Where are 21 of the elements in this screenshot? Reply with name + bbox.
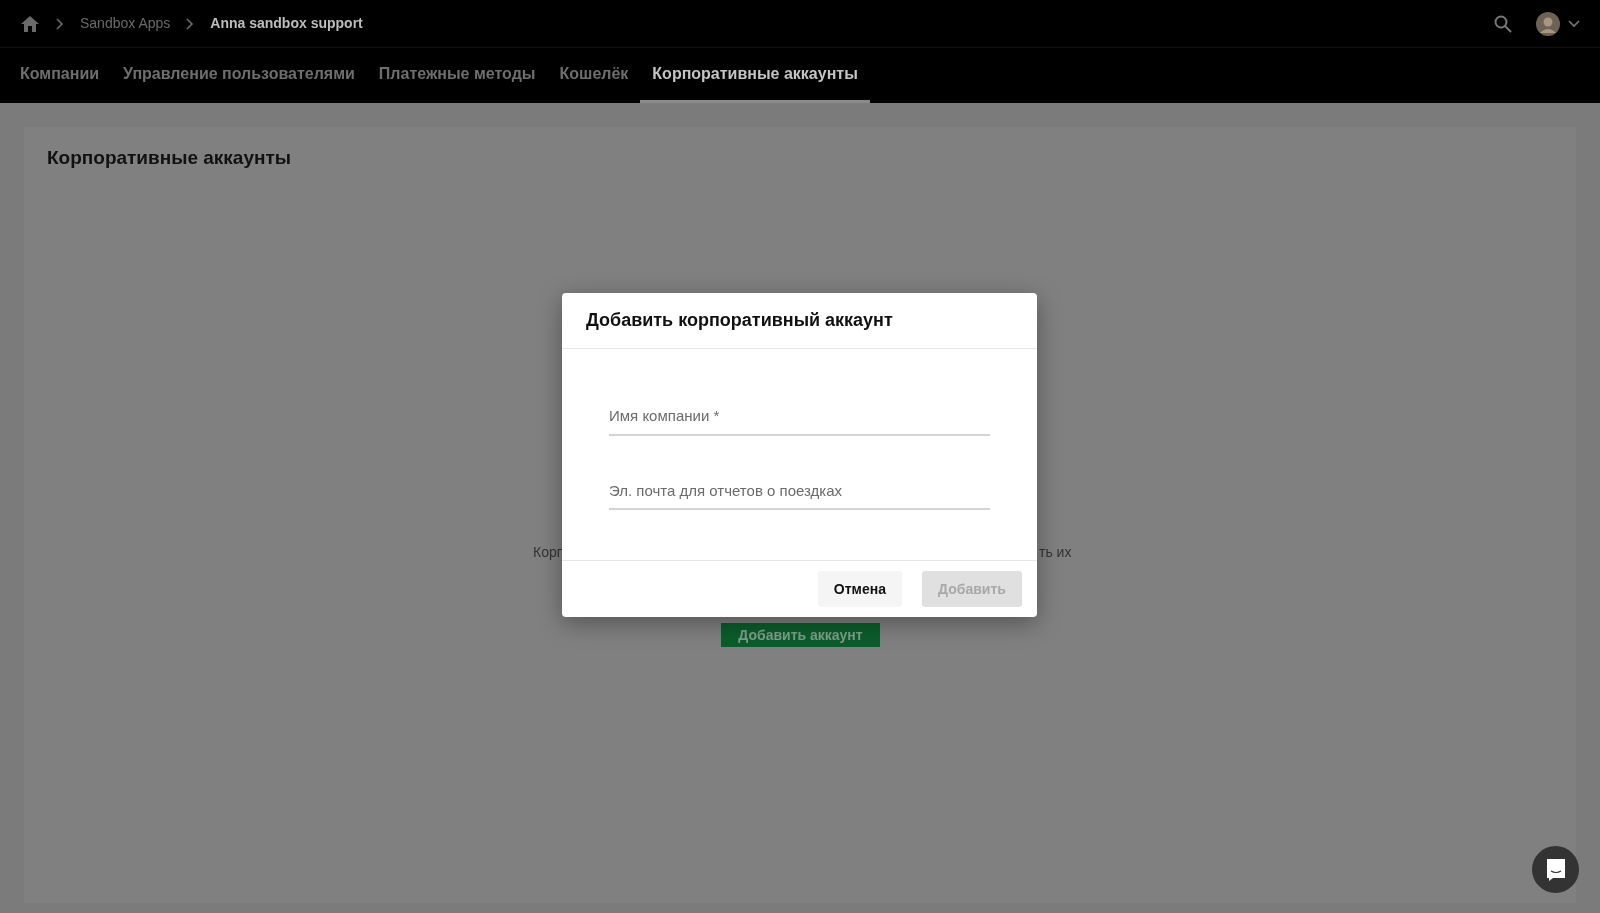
chevron-down-icon[interactable] bbox=[1568, 19, 1580, 28]
description-text: ть их bbox=[1039, 543, 1072, 562]
input-field[interactable]: Имя компании * bbox=[609, 401, 990, 436]
search-icon[interactable] bbox=[1494, 14, 1512, 33]
nav-tab[interactable]: Корпоративные аккаунты bbox=[640, 48, 870, 103]
chat-icon bbox=[1544, 857, 1567, 882]
cancel-button[interactable]: Отмена bbox=[817, 571, 902, 607]
add-account-button[interactable]: Добавить аккаунт bbox=[721, 623, 880, 647]
nav-tab[interactable]: Компании bbox=[8, 48, 112, 103]
page-title: Корпоративные аккаунты bbox=[47, 147, 292, 170]
nav-tab[interactable]: Платежные методы bbox=[366, 48, 548, 103]
chevron-right-icon bbox=[186, 17, 195, 30]
breadcrumb-link[interactable]: Sandbox Apps bbox=[80, 13, 171, 34]
chevron-right-icon bbox=[56, 17, 64, 30]
nav-tab[interactable]: Управление пользователями bbox=[111, 48, 367, 103]
avatar-icon[interactable] bbox=[1536, 11, 1560, 36]
dialog-title: Добавить корпоративный аккаунт bbox=[586, 309, 893, 332]
breadcrumb-link[interactable]: Anna sandbox support bbox=[210, 13, 363, 34]
nav-tab[interactable]: Кошелёк bbox=[547, 48, 641, 103]
input-field[interactable]: Эл. почта для отчетов о поездках bbox=[609, 475, 990, 510]
home-icon[interactable] bbox=[20, 14, 40, 33]
